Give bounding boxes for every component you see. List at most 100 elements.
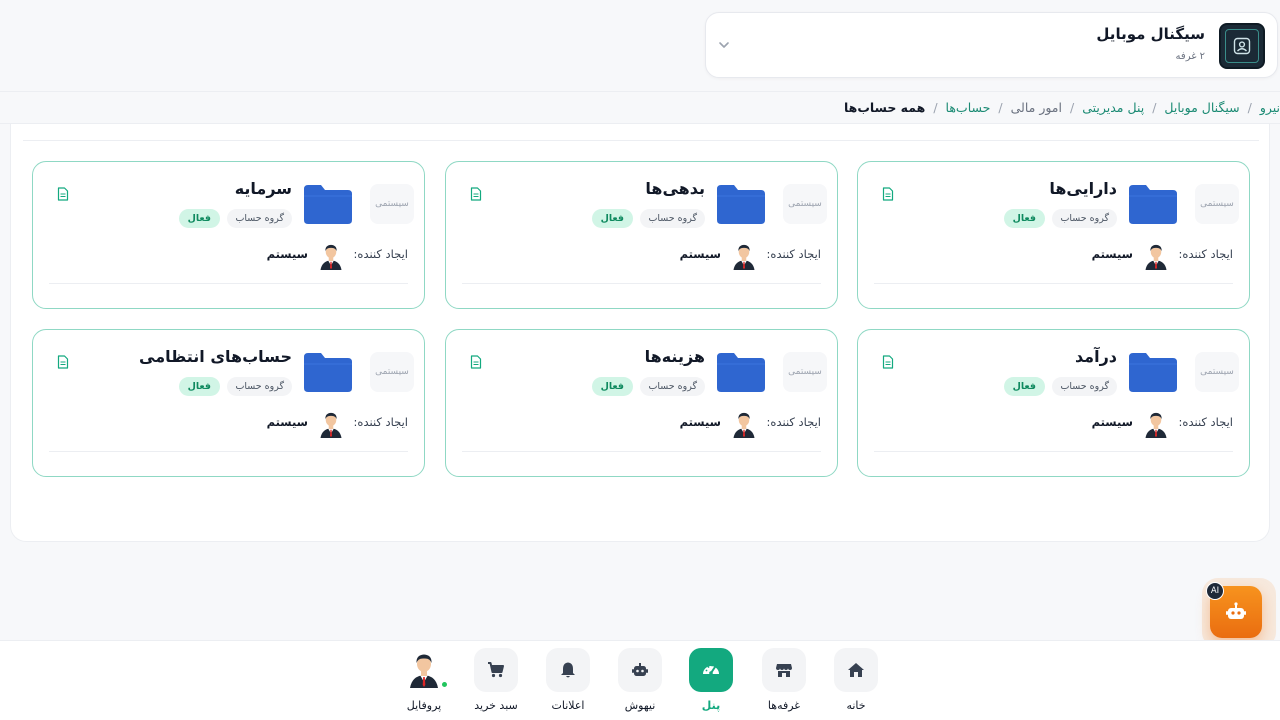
system-badge: سیستمی <box>370 352 414 392</box>
card-divider <box>49 283 408 284</box>
document-icon-wrap[interactable] <box>470 186 482 201</box>
status-badge: فعال <box>178 209 220 228</box>
home-icon <box>848 663 864 677</box>
group-tag: گروه حساب <box>640 209 705 228</box>
nav-notifications[interactable]: اعلانات <box>538 648 598 718</box>
document-icon-wrap[interactable] <box>57 186 69 201</box>
creator-name: سیستم <box>679 415 721 429</box>
creator-label: ایجاد کننده: <box>1178 247 1233 261</box>
status-badge: فعال <box>591 377 633 396</box>
account-group-card[interactable]: سیستمی سرمایه گروه حساب فعال ایجاد کننده: سیس… <box>32 161 425 309</box>
document-icon[interactable] <box>470 187 482 201</box>
folder-icon <box>1129 353 1177 392</box>
document-icon[interactable] <box>57 355 69 369</box>
card-divider <box>462 451 821 452</box>
bell-icon <box>561 662 575 678</box>
account-group-card[interactable]: سیستمی درآمد گروه حساب فعال ایجاد کننده: سیست… <box>857 329 1250 477</box>
folder-icon <box>717 353 765 392</box>
dashboard-gauge-icon <box>703 664 719 675</box>
robot-icon <box>1226 602 1246 619</box>
document-icon[interactable] <box>882 187 894 201</box>
user-avatar-icon <box>410 654 438 688</box>
folder-icon <box>304 185 352 224</box>
document-icon-wrap[interactable] <box>470 354 482 369</box>
card-divider <box>874 451 1233 452</box>
card-title: سرمایه <box>234 179 292 198</box>
avatar <box>404 648 448 688</box>
nav-nihoosh[interactable]: نیهوش <box>610 648 670 718</box>
nav-booths[interactable]: غرفه‌ها <box>754 648 814 718</box>
creator-label: ایجاد کننده: <box>353 415 408 429</box>
breadcrumb-item: امور مالی <box>1010 100 1062 115</box>
breadcrumb-separator: / <box>1247 100 1252 115</box>
breadcrumb-separator: / <box>1152 100 1157 115</box>
account-group-card[interactable]: سیستمی هزینه‌ها گروه حساب فعال ایجاد کننده: س… <box>445 329 838 477</box>
user-avatar-icon <box>733 412 755 438</box>
group-tag: گروه حساب <box>640 377 705 396</box>
account-group-card[interactable]: سیستمی حساب‌های انتظامی گروه حساب فعال ایجاد… <box>32 329 425 477</box>
document-icon-wrap[interactable] <box>882 186 894 201</box>
creator-name: سیستم <box>1091 247 1133 261</box>
folder-icon-wrap <box>717 184 765 224</box>
nav-profile-label: پروفایل <box>406 699 442 712</box>
account-group-card[interactable]: سیستمی دارایی‌ها گروه حساب فعال ایجاد کننده:… <box>857 161 1250 309</box>
document-icon-wrap[interactable] <box>57 354 69 369</box>
store-name: سیگنال موبایل <box>1096 25 1205 43</box>
nav-panel[interactable]: پنل <box>681 648 741 718</box>
robot-icon <box>632 663 648 676</box>
ai-badge: AI <box>1206 582 1224 600</box>
status-badge: فعال <box>178 377 220 396</box>
folder-icon-wrap <box>1129 184 1177 224</box>
card-title: حساب‌های انتظامی <box>139 347 292 366</box>
avatar <box>729 408 759 438</box>
avatar <box>729 240 759 270</box>
ai-assistant-button[interactable]: AI <box>1202 578 1276 648</box>
store-selector[interactable]: سیگنال موبایل ۲ غرفه <box>705 12 1278 78</box>
avatar <box>316 408 346 438</box>
document-icon[interactable] <box>882 355 894 369</box>
chevron-down-icon[interactable] <box>716 37 732 53</box>
panel-divider <box>23 140 1259 141</box>
user-avatar-icon <box>733 244 755 270</box>
breadcrumb-item[interactable]: حساب‌ها <box>946 100 991 115</box>
breadcrumb: نیرو / سیگنال موبایل / پنل مدیریتی / امور مالی… <box>844 92 1280 123</box>
creator-name: سیستم <box>1091 415 1133 429</box>
card-title: دارایی‌ها <box>1049 179 1117 198</box>
breadcrumb-item[interactable]: سیگنال موبایل <box>1164 100 1239 115</box>
group-tag: گروه حساب <box>227 377 292 396</box>
card-title: هزینه‌ها <box>644 347 705 366</box>
breadcrumb-separator: / <box>933 100 938 115</box>
group-tag: گروه حساب <box>1052 209 1117 228</box>
folder-icon <box>717 185 765 224</box>
creator-label: ایجاد کننده: <box>766 415 821 429</box>
user-avatar-icon <box>320 412 342 438</box>
avatar <box>1141 240 1171 270</box>
document-icon[interactable] <box>470 355 482 369</box>
nav-cart-label: سبد خرید <box>474 699 518 712</box>
nav-cart[interactable]: سبد خرید <box>466 648 526 718</box>
store-icon <box>776 664 792 677</box>
user-avatar-icon <box>1145 412 1167 438</box>
store-logo <box>1219 23 1265 69</box>
folder-icon <box>304 353 352 392</box>
folder-icon-wrap <box>304 184 352 224</box>
avatar <box>1141 408 1171 438</box>
card-divider <box>874 283 1233 284</box>
creator-name: سیستم <box>679 247 721 261</box>
document-icon[interactable] <box>57 187 69 201</box>
nav-home[interactable]: خانه <box>826 648 886 718</box>
document-icon-wrap[interactable] <box>882 354 894 369</box>
bottom-nav: خانه غرفه‌ها پنل <box>0 640 1280 720</box>
breadcrumb-item[interactable]: نیرو <box>1260 100 1280 115</box>
online-status-dot <box>441 681 448 688</box>
folder-icon-wrap <box>717 352 765 392</box>
card-divider <box>462 283 821 284</box>
nav-profile[interactable]: پروفایل <box>394 648 454 718</box>
card-title: درآمد <box>1074 347 1117 366</box>
avatar <box>316 240 346 270</box>
creator-name: سیستم <box>266 415 308 429</box>
account-group-card[interactable]: سیستمی بدهی‌ها گروه حساب فعال ایجاد کننده: سی… <box>445 161 838 309</box>
system-badge: سیستمی <box>370 184 414 224</box>
nav-panel-label: پنل <box>701 699 721 712</box>
breadcrumb-item[interactable]: پنل مدیریتی <box>1082 100 1144 115</box>
